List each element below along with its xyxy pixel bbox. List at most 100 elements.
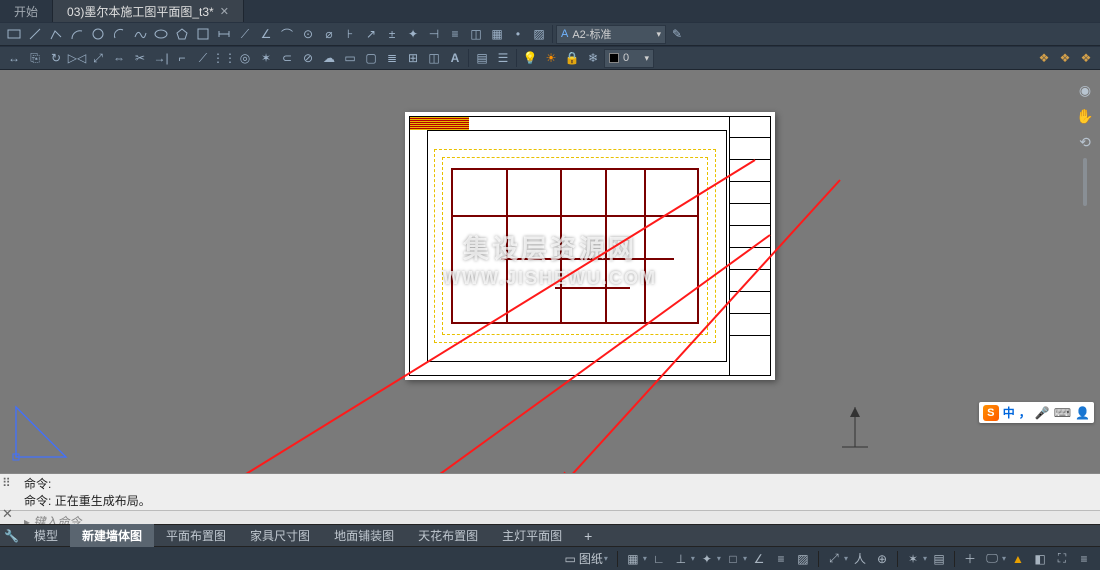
centermark-icon[interactable]: ✦: [403, 24, 423, 44]
ime-punct[interactable]: ，: [1019, 404, 1031, 421]
trim-icon[interactable]: ✂: [130, 48, 150, 68]
layeriso2-icon[interactable]: ❖: [1055, 48, 1075, 68]
explode-icon[interactable]: ✶: [256, 48, 276, 68]
tab-start[interactable]: 开始: [0, 0, 53, 22]
ime-keyboard-icon[interactable]: ⌨: [1054, 406, 1071, 420]
dim-continue-icon[interactable]: ⊦: [340, 24, 360, 44]
table-icon[interactable]: ▦: [487, 24, 507, 44]
layer-combo[interactable]: A A2-标准 ▾: [556, 25, 666, 44]
cmd-close-icon[interactable]: ✕: [2, 506, 13, 522]
ime-zh[interactable]: 中: [1003, 404, 1015, 421]
layer-states-icon[interactable]: ☰: [493, 48, 513, 68]
dim-linear-icon[interactable]: [214, 24, 234, 44]
arc2-icon[interactable]: [109, 24, 129, 44]
dim-space-icon[interactable]: ≡: [445, 24, 465, 44]
quickprops-icon[interactable]: ▤: [929, 549, 949, 569]
osnap-icon[interactable]: □: [723, 549, 743, 569]
break-icon[interactable]: ⊘: [298, 48, 318, 68]
stretch-icon[interactable]: ⇔: [109, 48, 129, 68]
nav-wheel-icon[interactable]: ◉: [1075, 80, 1095, 100]
spline-icon[interactable]: [130, 24, 150, 44]
wrench-icon[interactable]: 🔧: [4, 529, 19, 543]
layout-tab-plan[interactable]: 平面布置图: [154, 524, 238, 547]
layout-tab-lighting[interactable]: 主灯平面图: [490, 524, 574, 547]
snap-icon[interactable]: ∟: [649, 549, 669, 569]
layout-tab-wall[interactable]: 新建墙体图: [70, 524, 154, 547]
dim-aligned-icon[interactable]: ⟋: [235, 24, 255, 44]
ime-bar[interactable]: S 中 ， 🎤 ⌨ 👤: [979, 402, 1094, 423]
ellipse-icon[interactable]: [151, 24, 171, 44]
polar-icon[interactable]: ✦: [697, 549, 717, 569]
block-icon[interactable]: ◫: [424, 48, 444, 68]
ortho-icon[interactable]: ⊥: [671, 549, 691, 569]
fillet-icon[interactable]: ⌐: [172, 48, 192, 68]
nav-bar[interactable]: [1083, 158, 1087, 206]
otrack-icon[interactable]: ∠: [749, 549, 769, 569]
isolate-icon[interactable]: ◧: [1030, 549, 1050, 569]
dim-angular-icon[interactable]: ∠: [256, 24, 276, 44]
layout-tab-furniture[interactable]: 家具尺寸图: [238, 524, 322, 547]
point-icon[interactable]: •: [508, 24, 528, 44]
rectangle-icon[interactable]: [4, 24, 24, 44]
align-icon[interactable]: ≣: [382, 48, 402, 68]
join-icon[interactable]: ⊂: [277, 48, 297, 68]
array-icon[interactable]: ⋮⋮: [214, 48, 234, 68]
layout-tab-add[interactable]: +: [574, 525, 602, 547]
sun-icon[interactable]: ☀: [541, 48, 561, 68]
annoauto-icon[interactable]: ⊕: [872, 549, 892, 569]
light-icon[interactable]: 💡: [520, 48, 540, 68]
workspace-icon[interactable]: ✶: [903, 549, 923, 569]
layout-tab-floor[interactable]: 地面铺装图: [322, 524, 406, 547]
customize-icon[interactable]: ≡: [1074, 549, 1094, 569]
offset-icon[interactable]: ◎: [235, 48, 255, 68]
color-combo[interactable]: 0 ▾: [604, 49, 654, 68]
insert-icon[interactable]: ⊞: [403, 48, 423, 68]
annoscale-icon[interactable]: ⤢: [824, 549, 844, 569]
drawing-canvas[interactable]: 集设层资源网 WWW.JISHEWU.COM ◉ ✋ ⟲ S 中 ， 🎤 ⌨ 👤: [0, 70, 1100, 473]
arc-icon[interactable]: [67, 24, 87, 44]
mirror-icon[interactable]: ▷◁: [67, 48, 87, 68]
cmd-grip-icon[interactable]: ⠿: [2, 476, 11, 490]
ime-mic-icon[interactable]: 🎤: [1035, 406, 1050, 420]
layout-tab-model[interactable]: 模型: [22, 524, 70, 547]
freeze-icon[interactable]: ❄: [583, 48, 603, 68]
mtext-icon[interactable]: A: [445, 48, 465, 68]
monitor-icon[interactable]: 🖵: [982, 549, 1002, 569]
plus-icon[interactable]: ＋: [960, 549, 980, 569]
rect2-icon[interactable]: [193, 24, 213, 44]
draw1-icon[interactable]: ◫: [466, 24, 486, 44]
dim-break-icon[interactable]: ⊣: [424, 24, 444, 44]
annovisibility-icon[interactable]: 人: [850, 549, 870, 569]
layeriso1-icon[interactable]: ❖: [1034, 48, 1054, 68]
lock-icon[interactable]: 🔒: [562, 48, 582, 68]
properties-icon[interactable]: ▤: [472, 48, 492, 68]
move-icon[interactable]: ↔: [4, 48, 24, 68]
wipeout-icon[interactable]: ▢: [361, 48, 381, 68]
close-icon[interactable]: ✕: [220, 5, 229, 18]
scale-icon[interactable]: ⤢: [88, 48, 108, 68]
tab-file[interactable]: 03)墨尔本施工图平面图_t3* ✕: [53, 0, 244, 22]
cloud-icon[interactable]: ▲: [1008, 549, 1028, 569]
extend-icon[interactable]: →|: [151, 48, 171, 68]
grid-icon[interactable]: ▦: [623, 549, 643, 569]
leader-icon[interactable]: ↗: [361, 24, 381, 44]
layeriso3-icon[interactable]: ❖: [1076, 48, 1096, 68]
orbit-icon[interactable]: ⟲: [1075, 132, 1095, 152]
polygon-icon[interactable]: [172, 24, 192, 44]
copy-icon[interactable]: ⎘: [25, 48, 45, 68]
rotate-icon[interactable]: ↻: [46, 48, 66, 68]
polyline-icon[interactable]: [46, 24, 66, 44]
chamfer-icon[interactable]: ⟋: [193, 48, 213, 68]
clean-icon[interactable]: ⛶: [1052, 549, 1072, 569]
dim-arc-icon[interactable]: ⌒: [277, 24, 297, 44]
paperspace-toggle[interactable]: ▭ 图纸 ▾: [561, 550, 612, 567]
ime-person-icon[interactable]: 👤: [1075, 406, 1090, 420]
match-layer-icon[interactable]: ✎: [667, 24, 687, 44]
hatch-icon[interactable]: ▨: [529, 24, 549, 44]
dim-diameter-icon[interactable]: ⌀: [319, 24, 339, 44]
lineweight-icon[interactable]: ≡: [771, 549, 791, 569]
region-icon[interactable]: ▭: [340, 48, 360, 68]
circle-icon[interactable]: [88, 24, 108, 44]
dim-radius-icon[interactable]: ⊙: [298, 24, 318, 44]
layout-tab-ceiling[interactable]: 天花布置图: [406, 524, 490, 547]
